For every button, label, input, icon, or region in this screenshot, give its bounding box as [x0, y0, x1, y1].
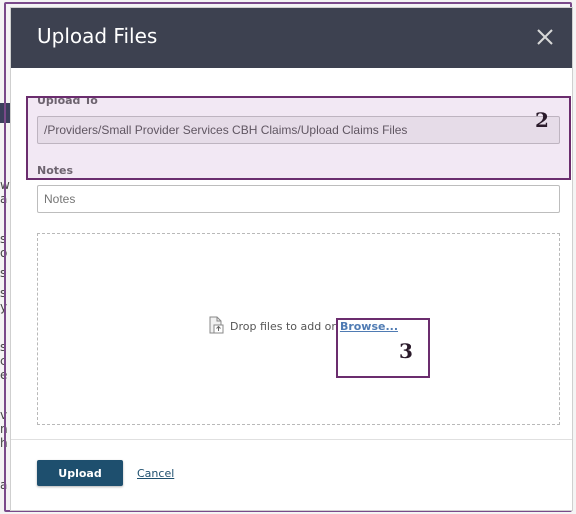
drop-files-text: Drop files to add or — [230, 320, 336, 333]
upload-button[interactable]: Upload — [37, 460, 123, 486]
step-2-badge: 2 — [535, 108, 549, 132]
dialog-header: Upload Files — [11, 8, 572, 68]
close-button[interactable] — [534, 26, 556, 48]
upload-files-dialog: Upload Files Upload To /Providers/Small … — [10, 7, 573, 511]
cancel-link[interactable]: Cancel — [137, 467, 174, 480]
close-icon — [537, 29, 553, 45]
step-3-badge: 3 — [399, 339, 413, 363]
notes-input[interactable] — [37, 185, 560, 213]
file-upload-icon — [208, 316, 224, 337]
footer-divider — [11, 439, 572, 440]
step-2-highlight — [26, 96, 571, 180]
step-3-highlight — [336, 318, 430, 378]
dialog-title: Upload Files — [37, 24, 158, 48]
